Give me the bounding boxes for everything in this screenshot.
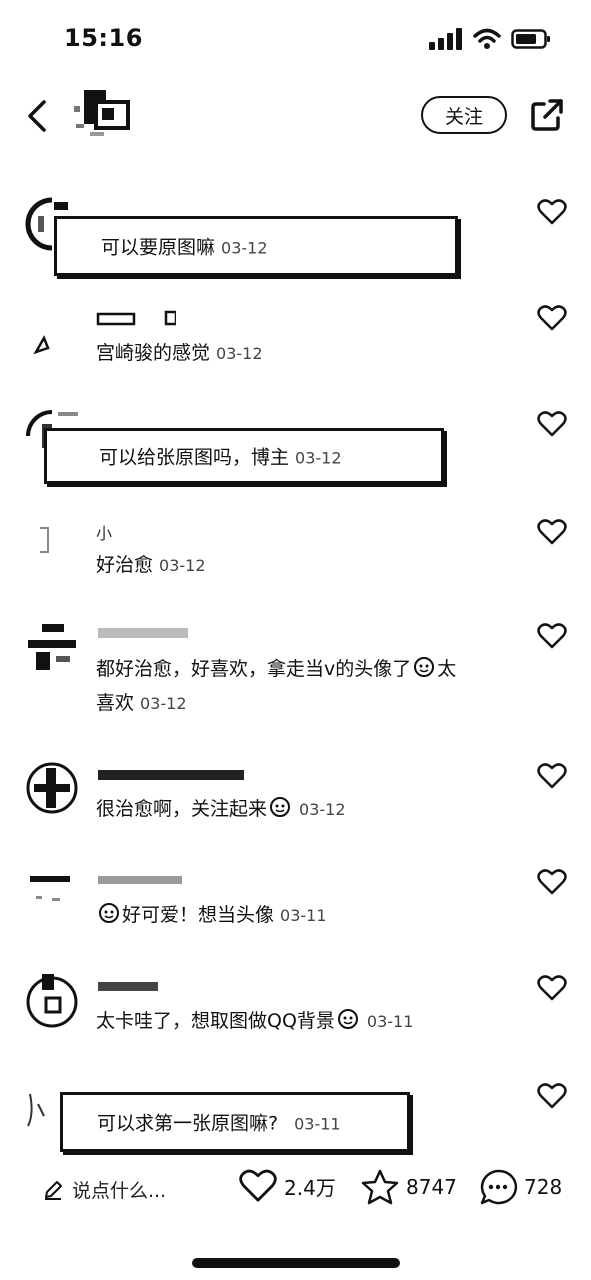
emoji-face-icon [270,797,291,817]
commenter-avatar[interactable] [24,760,80,816]
back-arrow-icon[interactable] [22,96,54,136]
signal-icon [429,28,462,50]
comment-count: 728 [524,1175,563,1199]
comment-item: 都好治愈，好喜欢，拿走当v的头像了太 喜欢 03-12 [0,620,591,730]
comment-text: 很治愈啊，关注起来 03-12 [96,797,346,820]
comment-bubble-icon [480,1169,518,1205]
comment-date: 03-12 [295,448,342,468]
highlighted-comment-box: 可以要原图嘛 03-12 [54,216,458,276]
comment-input[interactable]: 说点什么... [42,1176,166,1203]
comment-text: 都好治愈，好喜欢，拿走当v的头像了太 喜欢 03-12 [96,657,457,714]
comment-item: 好可爱！想当头像 03-11 [0,866,591,946]
heart-icon[interactable] [537,622,567,650]
comment-item: 太卡哇了，想取图做QQ背景 03-11 [0,972,591,1052]
highlighted-comment-box: 可以给张原图吗，博主 03-12 [44,428,444,484]
wifi-icon [473,28,501,49]
share-icon[interactable] [530,98,564,132]
status-bar: 15:16 [0,0,591,80]
heart-icon[interactable] [537,1082,567,1110]
emoji-face-icon [99,903,119,923]
commenter-username: 小 [96,524,114,543]
comment-text: 好治愈 03-12 [96,554,206,576]
comment-item: 小 好治愈 03-12 [0,516,591,596]
comment-date: 03-11 [366,1012,414,1031]
commenter-avatar[interactable] [28,872,76,912]
comment-text: 可以给张原图吗，博主 03-12 [99,446,342,469]
home-indicator[interactable] [192,1258,400,1268]
highlighted-comment-box: 可以求第一张原图嘛? 03-11 [60,1092,410,1152]
status-time: 15:16 [64,24,143,52]
heart-icon[interactable] [537,410,567,438]
follow-button[interactable]: 关注 [421,96,507,134]
comment-item: 可以求第一张原图嘛? 03-11 [0,1078,591,1158]
favorite-button[interactable]: 8747 [360,1168,457,1206]
heart-icon[interactable] [537,518,567,546]
author-avatar[interactable] [72,86,132,142]
commenter-avatar[interactable] [24,972,80,1028]
comment-item: 可以给张原图吗，博主 03-12 [0,408,591,498]
heart-icon[interactable] [537,762,567,790]
comment-input-placeholder: 说点什么... [72,1180,167,1202]
commenter-username [96,976,166,1000]
comment-date: 03-12 [216,344,263,363]
comment-date: 03-12 [140,694,187,713]
comment-date: 03-12 [299,800,346,819]
commenter-username [96,870,186,894]
commenter-avatar[interactable] [32,522,68,562]
commenter-avatar[interactable] [24,620,80,676]
like-button[interactable]: 2.4万 [238,1168,336,1204]
bottom-action-bar: 说点什么... 2.4万 8747 728 [0,1160,591,1220]
header: 关注 [0,80,591,160]
comment-text: 宫崎骏的感觉 03-12 [96,342,263,364]
comment-text: 可以要原图嘛 03-12 [101,236,268,259]
heart-icon[interactable] [537,868,567,896]
commenter-username [96,624,196,648]
commenter-avatar[interactable] [24,1084,64,1132]
comment-date: 03-12 [221,238,268,258]
heart-icon[interactable] [537,974,567,1002]
comment-item: 宫崎骏的感觉 03-12 [0,304,591,384]
heart-icon[interactable] [537,304,567,332]
commenter-avatar[interactable] [32,318,68,358]
comment-date: 03-11 [294,1114,341,1134]
heart-icon[interactable] [537,198,567,226]
commenter-username [96,764,246,790]
star-icon [361,1169,399,1205]
comment-date: 03-12 [159,556,206,575]
commenter-username [96,308,178,332]
comment-date: 03-11 [280,906,327,925]
heart-icon [239,1169,277,1202]
comment-item: 可以要原图嘛 03-12 [0,196,591,286]
pencil-icon [45,1180,62,1200]
comment-text: 好可爱！想当头像 03-11 [96,898,516,933]
emoji-face-icon [337,1009,358,1029]
comment-text: 可以求第一张原图嘛? 03-11 [97,1112,341,1135]
like-count: 2.4万 [284,1175,336,1200]
status-icons [429,28,551,50]
comment-item: 很治愈啊，关注起来 03-12 [0,760,591,850]
emoji-face-icon [414,657,435,677]
favorite-count: 8747 [406,1175,457,1199]
comment-text: 太卡哇了，想取图做QQ背景 03-11 [96,1009,414,1032]
battery-icon [511,29,550,49]
comment-button[interactable]: 728 [478,1168,562,1206]
